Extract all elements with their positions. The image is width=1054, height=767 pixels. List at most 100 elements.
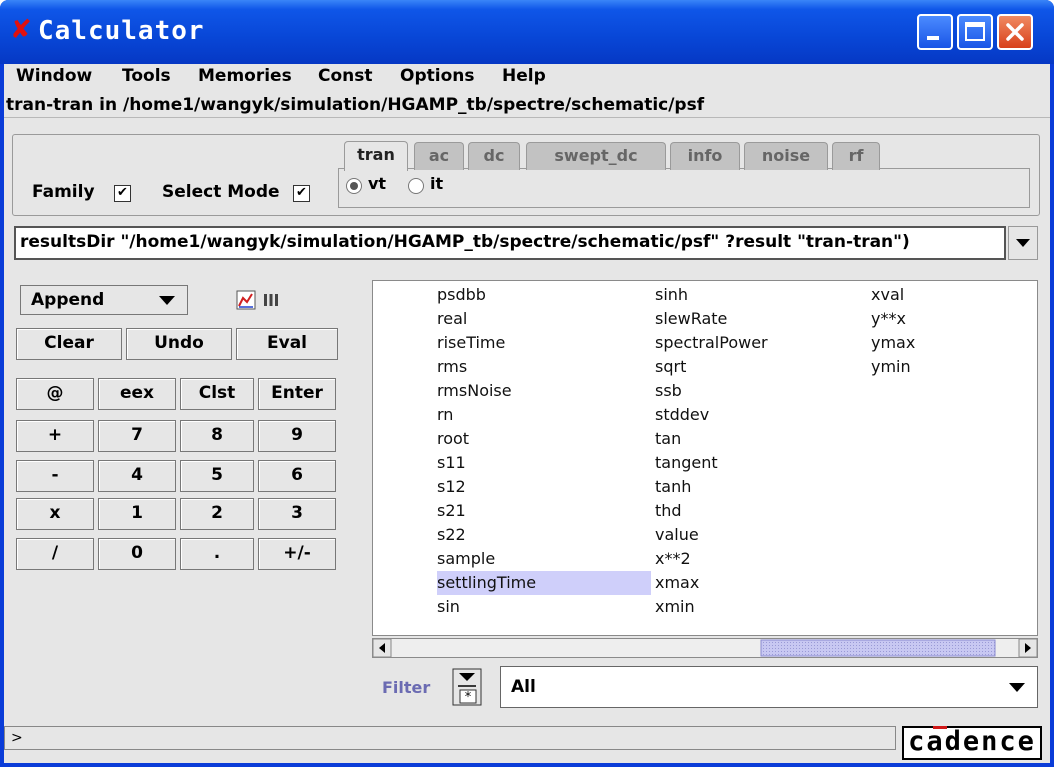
list-item-sqrt[interactable]: sqrt (655, 355, 855, 379)
list-item-slewrate[interactable]: slewRate (655, 307, 855, 331)
eval-button[interactable]: Eval (236, 328, 338, 360)
tab-noise[interactable]: noise (744, 142, 828, 170)
list-item-thd[interactable]: thd (655, 499, 855, 523)
list-item-s22[interactable]: s22 (437, 523, 651, 547)
keypad-clst-button[interactable]: Clst (180, 378, 254, 410)
close-button[interactable] (997, 14, 1033, 50)
list-item-rn[interactable]: rn (437, 403, 651, 427)
list-item-tangent[interactable]: tangent (655, 451, 855, 475)
command-history-dropdown[interactable] (1008, 226, 1038, 260)
list-item-spectralpower[interactable]: spectralPower (655, 331, 855, 355)
keypad-plus-button[interactable]: + (16, 420, 94, 452)
list-item-ymin[interactable]: ymin (871, 355, 1021, 379)
list-item-rmsnoise[interactable]: rmsNoise (437, 379, 651, 403)
list-item-risetime[interactable]: riseTime (437, 331, 651, 355)
clear-button[interactable]: Clear (16, 328, 122, 360)
family-label: Family (32, 182, 95, 202)
client-area: Window Tools Memories Const Options Help… (4, 64, 1050, 763)
list-item-s12[interactable]: s12 (437, 475, 651, 499)
keypad-at-button[interactable]: @ (16, 378, 94, 410)
scrollbar-track (372, 638, 1038, 658)
menu-help[interactable]: Help (502, 66, 546, 86)
maximize-icon (965, 22, 985, 41)
minimize-button[interactable] (917, 14, 953, 50)
filter-toggle-button[interactable]: * (452, 668, 482, 706)
tab-info[interactable]: info (670, 142, 740, 170)
chevron-down-icon (1016, 239, 1030, 247)
keypad-3-button[interactable]: 3 (258, 498, 336, 530)
keypad-6-button[interactable]: 6 (258, 460, 336, 492)
list-item-tan[interactable]: tan (655, 427, 855, 451)
list-item-value[interactable]: value (655, 523, 855, 547)
horizontal-scrollbar[interactable] (372, 638, 1038, 658)
keypad-minus-button[interactable]: - (16, 460, 94, 492)
list-item-root[interactable]: root (437, 427, 651, 451)
keypad-divide-button[interactable]: / (16, 538, 94, 570)
select-mode-checkbox[interactable]: ✔ (293, 185, 310, 202)
menu-memories[interactable]: Memories (198, 66, 292, 86)
menu-bar: Window Tools Memories Const Options Help (4, 64, 1050, 88)
list-item-ymax[interactable]: ymax (871, 331, 1021, 355)
keypad-1-button[interactable]: 1 (98, 498, 176, 530)
select-mode-label: Select Mode (162, 182, 280, 202)
keypad-eex-button[interactable]: eex (98, 378, 176, 410)
list-item-settlingtime[interactable]: settlingTime (437, 571, 651, 595)
keypad-sign-button[interactable]: +/- (258, 538, 336, 570)
list-item-sample[interactable]: sample (437, 547, 651, 571)
title-bar[interactable]: ✘ Calculator (0, 0, 1054, 64)
list-item-tanh[interactable]: tanh (655, 475, 855, 499)
maximize-button[interactable] (957, 14, 993, 50)
keypad-enter-button[interactable]: Enter (258, 378, 336, 410)
keypad-0-button[interactable]: 0 (98, 538, 176, 570)
list-item-rms[interactable]: rms (437, 355, 651, 379)
keypad-5-button[interactable]: 5 (180, 460, 254, 492)
tab-ac[interactable]: ac (414, 142, 464, 170)
keypad-multiply-button[interactable]: x (16, 498, 94, 530)
menu-options[interactable]: Options (400, 66, 474, 86)
list-item-x-squared[interactable]: x**2 (655, 547, 855, 571)
filter-select[interactable]: All (500, 666, 1038, 708)
filter-icon: * (452, 668, 482, 706)
list-item-xval[interactable]: xval (871, 283, 1021, 307)
list-item-sinh[interactable]: sinh (655, 283, 855, 307)
filter-value: All (511, 677, 536, 697)
keypad-decimal-button[interactable]: . (180, 538, 254, 570)
undo-button[interactable]: Undo (126, 328, 232, 360)
cadence-logo: cadence (902, 726, 1042, 760)
app-icon: ✘ (10, 15, 32, 45)
menu-const[interactable]: Const (318, 66, 373, 86)
tab-dc[interactable]: dc (468, 142, 520, 170)
chevron-down-icon (159, 296, 175, 305)
family-checkbox[interactable]: ✔ (114, 185, 131, 202)
keypad-7-button[interactable]: 7 (98, 420, 176, 452)
list-item-s11[interactable]: s11 (437, 451, 651, 475)
radio-vt[interactable] (346, 178, 362, 194)
window-title: Calculator (38, 16, 205, 46)
table-view-icon[interactable] (262, 291, 280, 309)
list-item-real[interactable]: real (437, 307, 651, 331)
list-item-xmax[interactable]: xmax (655, 571, 855, 595)
calculator-window: ✘ Calculator Window Tools Memories Const… (0, 0, 1054, 767)
list-item-sin[interactable]: sin (437, 595, 651, 619)
list-item-ssb[interactable]: ssb (655, 379, 855, 403)
menu-window[interactable]: Window (16, 66, 92, 86)
list-item-xmin[interactable]: xmin (655, 595, 855, 619)
list-item-stddev[interactable]: stddev (655, 403, 855, 427)
keypad-4-button[interactable]: 4 (98, 460, 176, 492)
command-line-input[interactable]: resultsDir "/home1/wangyk/simulation/HGA… (14, 226, 1006, 260)
list-item-s21[interactable]: s21 (437, 499, 651, 523)
chevron-down-icon (1009, 683, 1025, 692)
radio-it[interactable] (408, 178, 424, 194)
tab-tran[interactable]: tran (344, 141, 408, 171)
list-item-psdbb[interactable]: psdbb (437, 283, 651, 307)
keypad-8-button[interactable]: 8 (180, 420, 254, 452)
keypad-9-button[interactable]: 9 (258, 420, 336, 452)
list-item-y-pow-x[interactable]: y**x (871, 307, 1021, 331)
stack-mode-select[interactable]: Append (20, 285, 188, 315)
keypad-2-button[interactable]: 2 (180, 498, 254, 530)
plot-window-icon[interactable] (236, 290, 256, 310)
tab-rf[interactable]: rf (832, 142, 880, 170)
menu-tools[interactable]: Tools (122, 66, 171, 86)
tab-swept-dc[interactable]: swept_dc (526, 142, 666, 170)
stack-mode-value: Append (31, 290, 105, 310)
